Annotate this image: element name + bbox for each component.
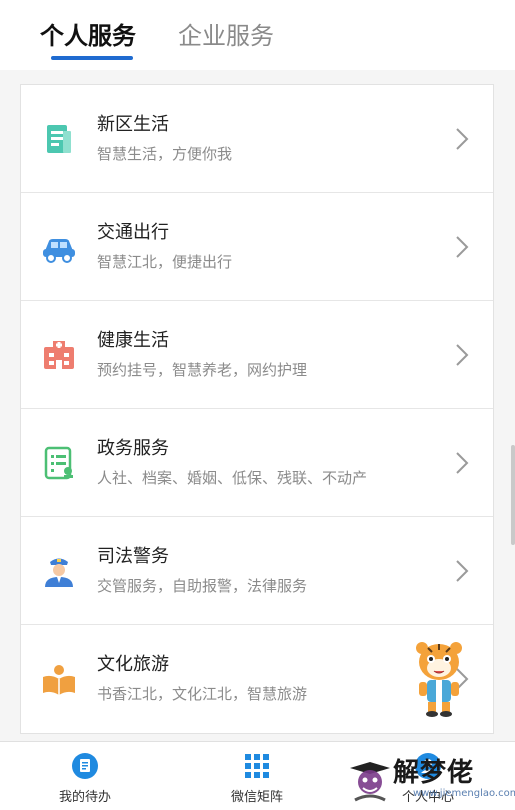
service-row-health[interactable]: 健康生活 预约挂号，智慧养老，网约护理: [21, 301, 493, 409]
service-subtitle: 智慧生活，方便你我: [97, 145, 233, 163]
chevron-right-icon: [456, 452, 469, 474]
service-row-new-district-life[interactable]: 新区生活 智慧生活，方便你我: [21, 85, 493, 193]
service-title: 健康生活: [97, 330, 169, 351]
chevron-right-icon: [456, 236, 469, 258]
document-icon: [47, 125, 71, 153]
car-icon: [43, 239, 75, 263]
service-list: 新区生活 智慧生活，方便你我 交通出行 智慧江北，便捷出行 健康生活 预约挂号，…: [20, 84, 494, 734]
service-title: 新区生活: [97, 114, 169, 135]
scrollbar[interactable]: [511, 445, 515, 545]
nav-label: 我的待办: [58, 790, 111, 805]
service-row-transportation[interactable]: 交通出行 智慧江北，便捷出行: [21, 193, 493, 301]
service-subtitle: 预约挂号，智慧养老，网约护理: [97, 361, 308, 379]
chevron-right-icon: [456, 128, 469, 150]
service-tabs: 个人服务 企业服务: [0, 0, 515, 70]
nav-label: 微信矩阵: [230, 790, 283, 805]
service-subtitle: 交管服务，自助报警，法律服务: [97, 577, 308, 595]
service-title: 司法警务: [97, 546, 169, 567]
tiger-mascot-icon: [416, 642, 462, 717]
service-row-judicial-police[interactable]: 司法警务 交管服务，自助报警，法律服务: [21, 517, 493, 625]
chevron-right-icon: [456, 560, 469, 582]
tab-personal-services[interactable]: 个人服务: [40, 20, 136, 52]
service-subtitle: 人社、档案、婚姻、低保、残联、不动产: [97, 469, 368, 487]
service-title: 文化旅游: [97, 654, 169, 675]
grid-icon: [245, 754, 269, 778]
todo-icon: [72, 753, 98, 779]
service-subtitle: 书香江北，文化江北，智慧旅游: [97, 685, 308, 703]
chevron-right-icon: [456, 344, 469, 366]
nav-my-todo[interactable]: 我的待办: [25, 742, 145, 810]
watermark-url: www.jiemenglao.com: [413, 788, 515, 799]
watermark-text: 解梦佬: [393, 758, 475, 788]
service-title: 政务服务: [97, 438, 169, 459]
tab-enterprise-services[interactable]: 企业服务: [178, 20, 274, 52]
service-row-government[interactable]: 政务服务 人社、档案、婚姻、低保、残联、不动产: [21, 409, 493, 517]
book-icon: [43, 665, 75, 695]
service-title: 交通出行: [97, 222, 169, 243]
service-subtitle: 智慧江北，便捷出行: [97, 253, 233, 271]
hospital-icon: [44, 341, 74, 369]
police-icon: [45, 558, 73, 587]
form-icon: [44, 446, 73, 480]
nav-wechat-matrix[interactable]: 微信矩阵: [197, 742, 317, 810]
active-tab-indicator: [51, 56, 133, 60]
